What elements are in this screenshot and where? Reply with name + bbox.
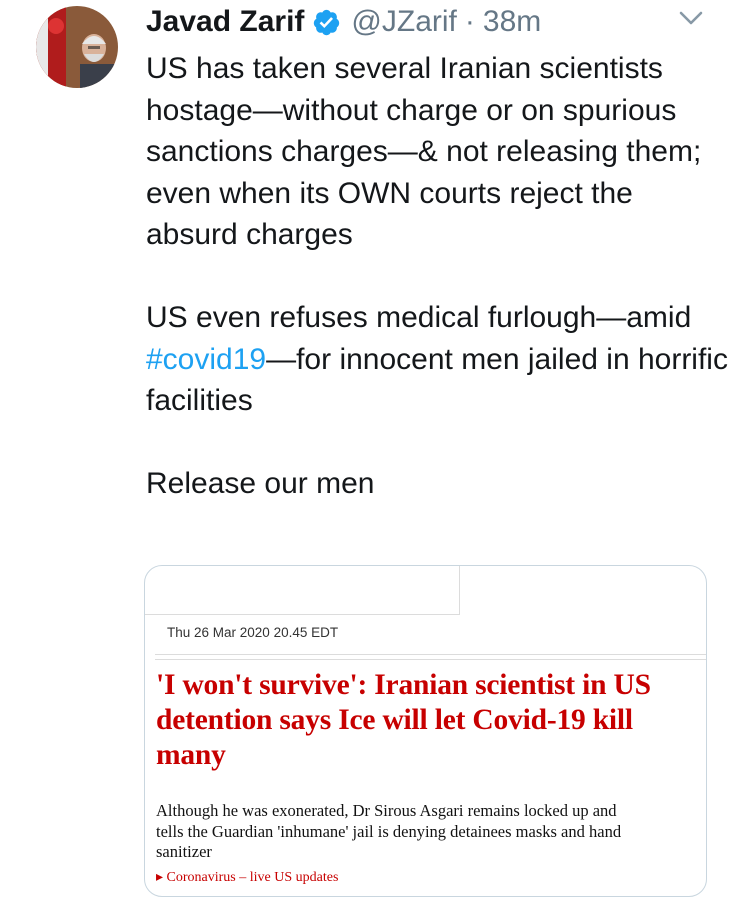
tweet-paragraph-2-start: US even refuses medical furlough—amid xyxy=(146,301,692,334)
divider xyxy=(155,654,706,655)
tweet-header: Javad Zarif @JZarif · 38m xyxy=(146,0,541,44)
article-standfirst: Although he was exonerated, Dr Sirous As… xyxy=(156,801,622,861)
tweet-text: US has taken several Iranian scientists … xyxy=(146,48,731,505)
chevron-down-icon[interactable] xyxy=(676,4,706,32)
timestamp[interactable]: 38m xyxy=(483,5,541,39)
display-name[interactable]: Javad Zarif xyxy=(146,5,304,39)
hashtag-link[interactable]: #covid19 xyxy=(146,343,266,376)
tweet-paragraph-3: Release our men xyxy=(146,467,375,500)
verified-badge-icon xyxy=(312,8,341,37)
separator-dot: · xyxy=(464,5,475,38)
tweet-paragraph-2: US even refuses medical furlough—amid #c… xyxy=(146,297,731,422)
profile-avatar-image xyxy=(36,6,118,88)
divider xyxy=(155,659,706,660)
related-link[interactable]: ▸ Coronavirus – live US updates xyxy=(156,869,338,886)
link-preview-card[interactable]: Thu 26 Mar 2020 20.45 EDT 'I won't survi… xyxy=(144,565,707,897)
article-headline[interactable]: 'I won't survive': Iranian scientist in … xyxy=(156,668,701,773)
user-handle[interactable]: @JZarif xyxy=(351,5,456,39)
card-top-box xyxy=(145,566,460,615)
tweet-paragraph-1: US has taken several Iranian scientists … xyxy=(146,52,702,251)
avatar[interactable] xyxy=(36,6,118,88)
article-date: Thu 26 Mar 2020 20.45 EDT xyxy=(167,625,339,640)
